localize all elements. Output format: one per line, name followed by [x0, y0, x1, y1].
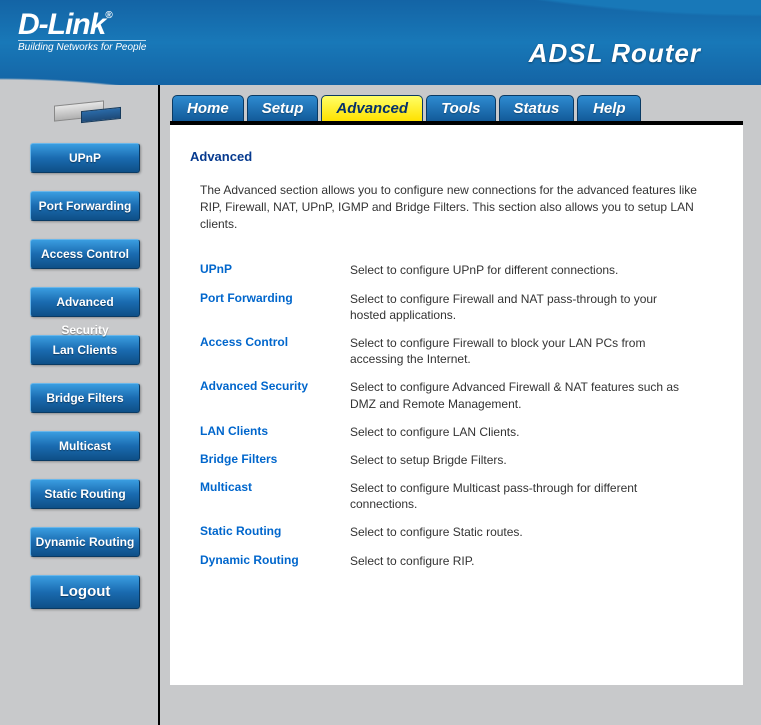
tab-setup[interactable]: Setup: [247, 95, 319, 121]
header-banner: D-Link® Building Networks for People ADS…: [0, 0, 761, 85]
feature-desc: Select to configure UPnP for different c…: [350, 262, 618, 278]
feature-row: LAN Clients Select to configure LAN Clie…: [200, 424, 715, 440]
feature-row: Advanced Security Select to configure Ad…: [200, 379, 715, 411]
feature-desc: Select to configure Multicast pass-throu…: [350, 480, 690, 512]
feature-name-access-control[interactable]: Access Control: [200, 335, 350, 349]
page-heading: Advanced: [190, 149, 715, 164]
sidebar-item-static-routing[interactable]: Static Routing: [30, 479, 140, 509]
feature-name-advanced-security[interactable]: Advanced Security: [200, 379, 350, 393]
content-panel: Advanced The Advanced section allows you…: [170, 125, 743, 685]
sidebar-item-access-control[interactable]: Access Control: [30, 239, 140, 269]
vertical-divider: [158, 85, 160, 725]
brand-logo: D-Link® Building Networks for People: [18, 8, 146, 53]
feature-name-multicast[interactable]: Multicast: [200, 480, 350, 494]
feature-row: Dynamic Routing Select to configure RIP.: [200, 553, 715, 569]
sidebar: UPnP Port Forwarding Access Control Adva…: [0, 85, 170, 725]
brand-tagline: Building Networks for People: [18, 40, 146, 53]
feature-desc: Select to configure Firewall and NAT pas…: [350, 291, 690, 323]
feature-desc: Select to configure Static routes.: [350, 524, 523, 540]
tab-home[interactable]: Home: [172, 95, 244, 121]
sidebar-item-advanced-security[interactable]: Advanced Security: [30, 287, 140, 317]
feature-name-lan-clients[interactable]: LAN Clients: [200, 424, 350, 438]
sidebar-item-dynamic-routing[interactable]: Dynamic Routing: [30, 527, 140, 557]
feature-name-bridge-filters[interactable]: Bridge Filters: [200, 452, 350, 466]
feature-row: Static Routing Select to configure Stati…: [200, 524, 715, 540]
feature-name-static-routing[interactable]: Static Routing: [200, 524, 350, 538]
tab-advanced[interactable]: Advanced: [321, 95, 423, 121]
tab-help[interactable]: Help: [577, 95, 641, 121]
sidebar-item-multicast[interactable]: Multicast: [30, 431, 140, 461]
tab-status[interactable]: Status: [499, 95, 575, 121]
brand-name: D-Link: [18, 8, 105, 41]
feature-name-upnp[interactable]: UPnP: [200, 262, 350, 276]
main-content: Home Setup Advanced Tools Status Help Ad…: [170, 85, 761, 725]
feature-name-port-forwarding[interactable]: Port Forwarding: [200, 291, 350, 305]
feature-row: Port Forwarding Select to configure Fire…: [200, 291, 715, 323]
sidebar-item-upnp[interactable]: UPnP: [30, 143, 140, 173]
feature-row: UPnP Select to configure UPnP for differ…: [200, 262, 715, 278]
feature-desc: Select to setup Brigde Filters.: [350, 452, 507, 468]
feature-desc: Select to configure LAN Clients.: [350, 424, 519, 440]
feature-row: Multicast Select to configure Multicast …: [200, 480, 715, 512]
feature-desc: Select to configure RIP.: [350, 553, 475, 569]
sidebar-item-lan-clients[interactable]: Lan Clients: [30, 335, 140, 365]
feature-row: Access Control Select to configure Firew…: [200, 335, 715, 367]
registered-icon: ®: [105, 10, 111, 21]
feature-desc: Select to configure Advanced Firewall & …: [350, 379, 690, 411]
router-icon: [51, 97, 119, 125]
feature-desc: Select to configure Firewall to block yo…: [350, 335, 690, 367]
tab-bar: Home Setup Advanced Tools Status Help: [170, 85, 743, 125]
logout-button[interactable]: Logout: [30, 575, 140, 609]
tab-tools[interactable]: Tools: [426, 95, 495, 121]
feature-name-dynamic-routing[interactable]: Dynamic Routing: [200, 553, 350, 567]
product-title: ADSL Router: [529, 38, 701, 69]
page-intro: The Advanced section allows you to confi…: [200, 182, 700, 232]
sidebar-item-port-forwarding[interactable]: Port Forwarding: [30, 191, 140, 221]
feature-row: Bridge Filters Select to setup Brigde Fi…: [200, 452, 715, 468]
sidebar-item-bridge-filters[interactable]: Bridge Filters: [30, 383, 140, 413]
